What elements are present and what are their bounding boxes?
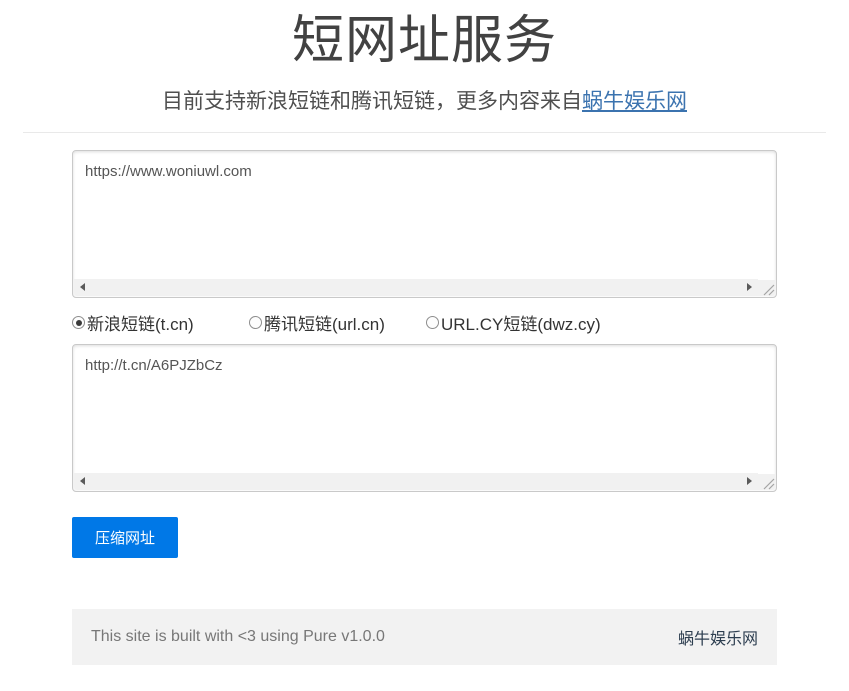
- horizontal-scrollbar[interactable]: [74, 473, 758, 490]
- page-footer: This site is built with <3 using Pure v1…: [72, 609, 777, 665]
- radio-tencent-urlcn[interactable]: 腾讯短链(url.cn): [249, 310, 426, 335]
- radio-label: 新浪短链(t.cn): [87, 310, 194, 335]
- radio-label: URL.CY短链(dwz.cy): [441, 310, 601, 335]
- header-divider: [23, 132, 826, 133]
- page-title: 短网址服务: [0, 12, 849, 72]
- short-url-output[interactable]: http://t.cn/A6PJZbCz: [73, 345, 776, 473]
- footer-credit-text: This site is built with <3 using Pure v1…: [91, 628, 385, 646]
- subtitle-site-link[interactable]: 蜗牛娱乐网: [582, 90, 687, 113]
- scroll-right-arrow-icon[interactable]: [747, 283, 752, 291]
- compress-url-button[interactable]: 压缩网址: [72, 517, 178, 558]
- radio-button-icon: [426, 316, 439, 329]
- long-url-field: https://www.woniuwl.com: [72, 150, 777, 298]
- shortener-options: 新浪短链(t.cn) 腾讯短链(url.cn) URL.CY短链(dwz.cy): [72, 311, 777, 335]
- scroll-right-arrow-icon[interactable]: [747, 477, 752, 485]
- resize-grip-icon[interactable]: [758, 280, 775, 296]
- radio-sina-tcn[interactable]: 新浪短链(t.cn): [72, 310, 249, 335]
- radio-button-icon: [249, 316, 262, 329]
- subtitle-text: 目前支持新浪短链和腾讯短链，更多内容来自: [162, 90, 582, 113]
- radio-label: 腾讯短链(url.cn): [264, 310, 385, 335]
- long-url-input[interactable]: https://www.woniuwl.com: [73, 151, 776, 279]
- horizontal-scrollbar[interactable]: [74, 279, 758, 296]
- resize-grip-icon[interactable]: [758, 474, 775, 490]
- scroll-left-arrow-icon[interactable]: [80, 283, 85, 291]
- page-subtitle: 目前支持新浪短链和腾讯短链，更多内容来自蜗牛娱乐网: [0, 85, 849, 115]
- main-content: https://www.woniuwl.com 新浪短链(t.cn) 腾讯短链(…: [72, 150, 777, 665]
- short-url-field: http://t.cn/A6PJZbCz: [72, 344, 777, 492]
- radio-urlcy-dwzcy[interactable]: URL.CY短链(dwz.cy): [426, 310, 603, 335]
- submit-row: 压缩网址: [72, 517, 777, 558]
- radio-button-icon: [72, 316, 85, 329]
- scroll-left-arrow-icon[interactable]: [80, 477, 85, 485]
- page-header: 短网址服务 目前支持新浪短链和腾讯短链，更多内容来自蜗牛娱乐网: [0, 12, 849, 115]
- footer-site-link[interactable]: 蜗牛娱乐网: [678, 625, 758, 649]
